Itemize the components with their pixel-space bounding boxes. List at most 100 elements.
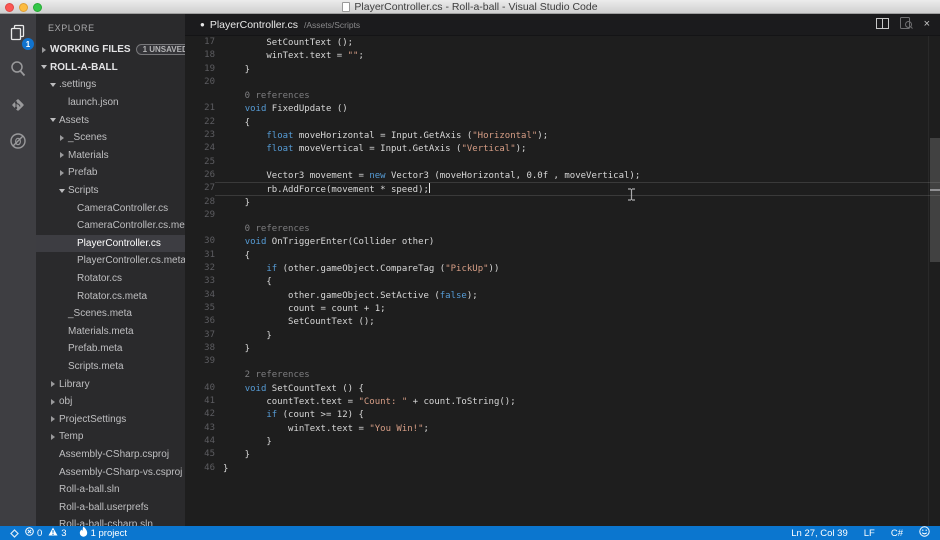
warnings-indicator[interactable]: 3 xyxy=(48,527,66,539)
scrollbar-thumb[interactable] xyxy=(930,138,940,262)
tree-item[interactable]: obj xyxy=(36,393,185,411)
code-line[interactable]: 30 void OnTriggerEnter(Collider other) xyxy=(185,235,940,248)
line-number: 30 xyxy=(185,235,215,248)
tree-item[interactable]: PlayerController.cs xyxy=(36,235,185,253)
code-line[interactable]: 20 xyxy=(185,76,940,89)
tree-item[interactable]: Materials xyxy=(36,147,185,165)
code-line[interactable]: 37 } xyxy=(185,329,940,342)
code-line-text xyxy=(215,355,940,368)
tree-item[interactable]: CameraController.cs.meta xyxy=(36,217,185,235)
tree-item[interactable]: Materials.meta xyxy=(36,323,185,341)
project-indicator[interactable]: 1 project xyxy=(79,526,127,540)
code-line[interactable]: 46} xyxy=(185,462,940,475)
tree-item[interactable]: Library xyxy=(36,375,185,393)
code-line-text: if (count >= 12) { xyxy=(215,408,940,421)
tree-item[interactable]: Roll-a-ball.userprefs xyxy=(36,498,185,516)
codelens-line[interactable]: 0 references xyxy=(185,222,940,235)
tree-item[interactable]: Temp xyxy=(36,428,185,446)
code-line[interactable]: 24 float moveVertical = Input.GetAxis ("… xyxy=(185,142,940,155)
search-tab[interactable] xyxy=(7,60,29,82)
tab-playercontroller[interactable]: PlayerController.cs xyxy=(210,19,298,31)
omnisharp-status[interactable] xyxy=(10,529,19,538)
code-line[interactable]: 39 xyxy=(185,355,940,368)
tree-item[interactable]: Scripts.meta xyxy=(36,358,185,376)
code-line[interactable]: 43 winText.text = "You Win!"; xyxy=(185,422,940,435)
line-number: 26 xyxy=(185,169,215,182)
tree-item[interactable]: Assets xyxy=(36,111,185,129)
tree-item-label: obj xyxy=(59,396,72,407)
code-line[interactable]: 21 void FixedUpdate () xyxy=(185,102,940,115)
tree-item[interactable]: CameraController.cs xyxy=(36,199,185,217)
tree-item[interactable]: _Scenes xyxy=(36,129,185,147)
cursor-position[interactable]: Ln 27, Col 39 xyxy=(791,528,848,539)
tree-item[interactable]: launch.json xyxy=(36,94,185,112)
explorer-header: EXPLORE xyxy=(36,14,185,41)
tree-item[interactable]: Rotator.cs xyxy=(36,270,185,288)
tree-item[interactable]: _Scenes.meta xyxy=(36,305,185,323)
code-line[interactable]: 36 SetCountText (); xyxy=(185,315,940,328)
split-editor-icon[interactable] xyxy=(876,16,889,34)
code-line[interactable]: 29 xyxy=(185,209,940,222)
tree-item[interactable]: ProjectSettings xyxy=(36,410,185,428)
code-line[interactable]: 17 SetCountText (); xyxy=(185,36,940,49)
titlebar: PlayerController.cs - Roll-a-ball - Visu… xyxy=(0,0,940,14)
code-line[interactable]: 41 countText.text = "Count: " + count.To… xyxy=(185,395,940,408)
code-line-text: } xyxy=(215,462,940,475)
line-number: 25 xyxy=(185,156,215,169)
codelens-line[interactable]: 0 references xyxy=(185,89,940,102)
tree-item[interactable]: .settings xyxy=(36,76,185,94)
unsaved-count-badge: 1 xyxy=(22,38,34,50)
explorer-tab[interactable]: 1 xyxy=(7,24,29,46)
working-files-section[interactable]: WORKING FILES 1 UNSAVED xyxy=(36,41,185,59)
code-line[interactable]: 28 } xyxy=(185,196,940,209)
tree-item-label: Assembly-CSharp-vs.csproj xyxy=(59,467,182,478)
code-line[interactable]: 35 count = count + 1; xyxy=(185,302,940,315)
code-line[interactable]: 40 void SetCountText () { xyxy=(185,382,940,395)
tree-item[interactable]: Assembly-CSharp.csproj xyxy=(36,446,185,464)
code-line-text: winText.text = ""; xyxy=(215,49,940,62)
project-root-folder[interactable]: ROLL-A-BALL xyxy=(36,59,185,77)
tree-item[interactable]: Roll-a-ball.sln xyxy=(36,481,185,499)
line-number: 34 xyxy=(185,289,215,302)
code-line[interactable]: 31 { xyxy=(185,249,940,262)
code-line[interactable]: 34 other.gameObject.SetActive (false); xyxy=(185,289,940,302)
tree-item[interactable]: Prefab.meta xyxy=(36,340,185,358)
code-line[interactable]: 32 if (other.gameObject.CompareTag ("Pic… xyxy=(185,262,940,275)
code-line[interactable]: 19 } xyxy=(185,63,940,76)
preview-icon[interactable] xyxy=(900,16,913,34)
tree-item[interactable]: Prefab xyxy=(36,164,185,182)
sidebar-explorer: EXPLORE WORKING FILES 1 UNSAVED ROLL-A-B… xyxy=(36,14,185,526)
code-line[interactable]: 18 winText.text = ""; xyxy=(185,49,940,62)
tree-item[interactable]: Assembly-CSharp-vs.csproj xyxy=(36,463,185,481)
debug-tab[interactable] xyxy=(7,132,29,154)
tree-item-label: Scripts xyxy=(68,185,99,196)
code-line[interactable]: 23 float moveHorizontal = Input.GetAxis … xyxy=(185,129,940,142)
errors-indicator[interactable]: 0 xyxy=(25,527,42,539)
code-line[interactable]: 45 } xyxy=(185,448,940,461)
code-line[interactable]: 44 } xyxy=(185,435,940,448)
tree-item[interactable]: Scripts xyxy=(36,182,185,200)
code-editor[interactable]: 17 SetCountText ();18 winText.text = "";… xyxy=(185,36,940,526)
close-icon[interactable]: × xyxy=(924,19,930,30)
language-mode[interactable]: C# xyxy=(891,528,903,539)
git-tab[interactable] xyxy=(7,96,29,118)
codelens-line[interactable]: 2 references xyxy=(185,368,940,381)
code-line[interactable]: 22 { xyxy=(185,116,940,129)
tree-item[interactable]: PlayerController.cs.meta xyxy=(36,252,185,270)
code-line-text: Vector3 movement = new Vector3 (moveHori… xyxy=(215,169,940,182)
tree-item[interactable]: Roll-a-ball-csharp.sln xyxy=(36,516,185,526)
tree-item[interactable]: Rotator.cs.meta xyxy=(36,287,185,305)
code-line[interactable]: 42 if (count >= 12) { xyxy=(185,408,940,421)
code-line-text: SetCountText (); xyxy=(215,36,940,49)
code-line[interactable]: 26 Vector3 movement = new Vector3 (moveH… xyxy=(185,169,940,182)
code-line[interactable]: 33 { xyxy=(185,275,940,288)
smiley-icon[interactable] xyxy=(919,526,930,540)
code-line[interactable]: 38 } xyxy=(185,342,940,355)
code-line[interactable]: 27 rb.AddForce(movement * speed); xyxy=(185,182,940,195)
editor-scrollbar[interactable] xyxy=(928,36,940,526)
eol-selector[interactable]: LF xyxy=(864,528,875,539)
line-number: 39 xyxy=(185,355,215,368)
tree-item-label: Rotator.cs xyxy=(77,273,122,284)
code-line[interactable]: 25 xyxy=(185,156,940,169)
tree-item-label: Prefab xyxy=(68,167,97,178)
